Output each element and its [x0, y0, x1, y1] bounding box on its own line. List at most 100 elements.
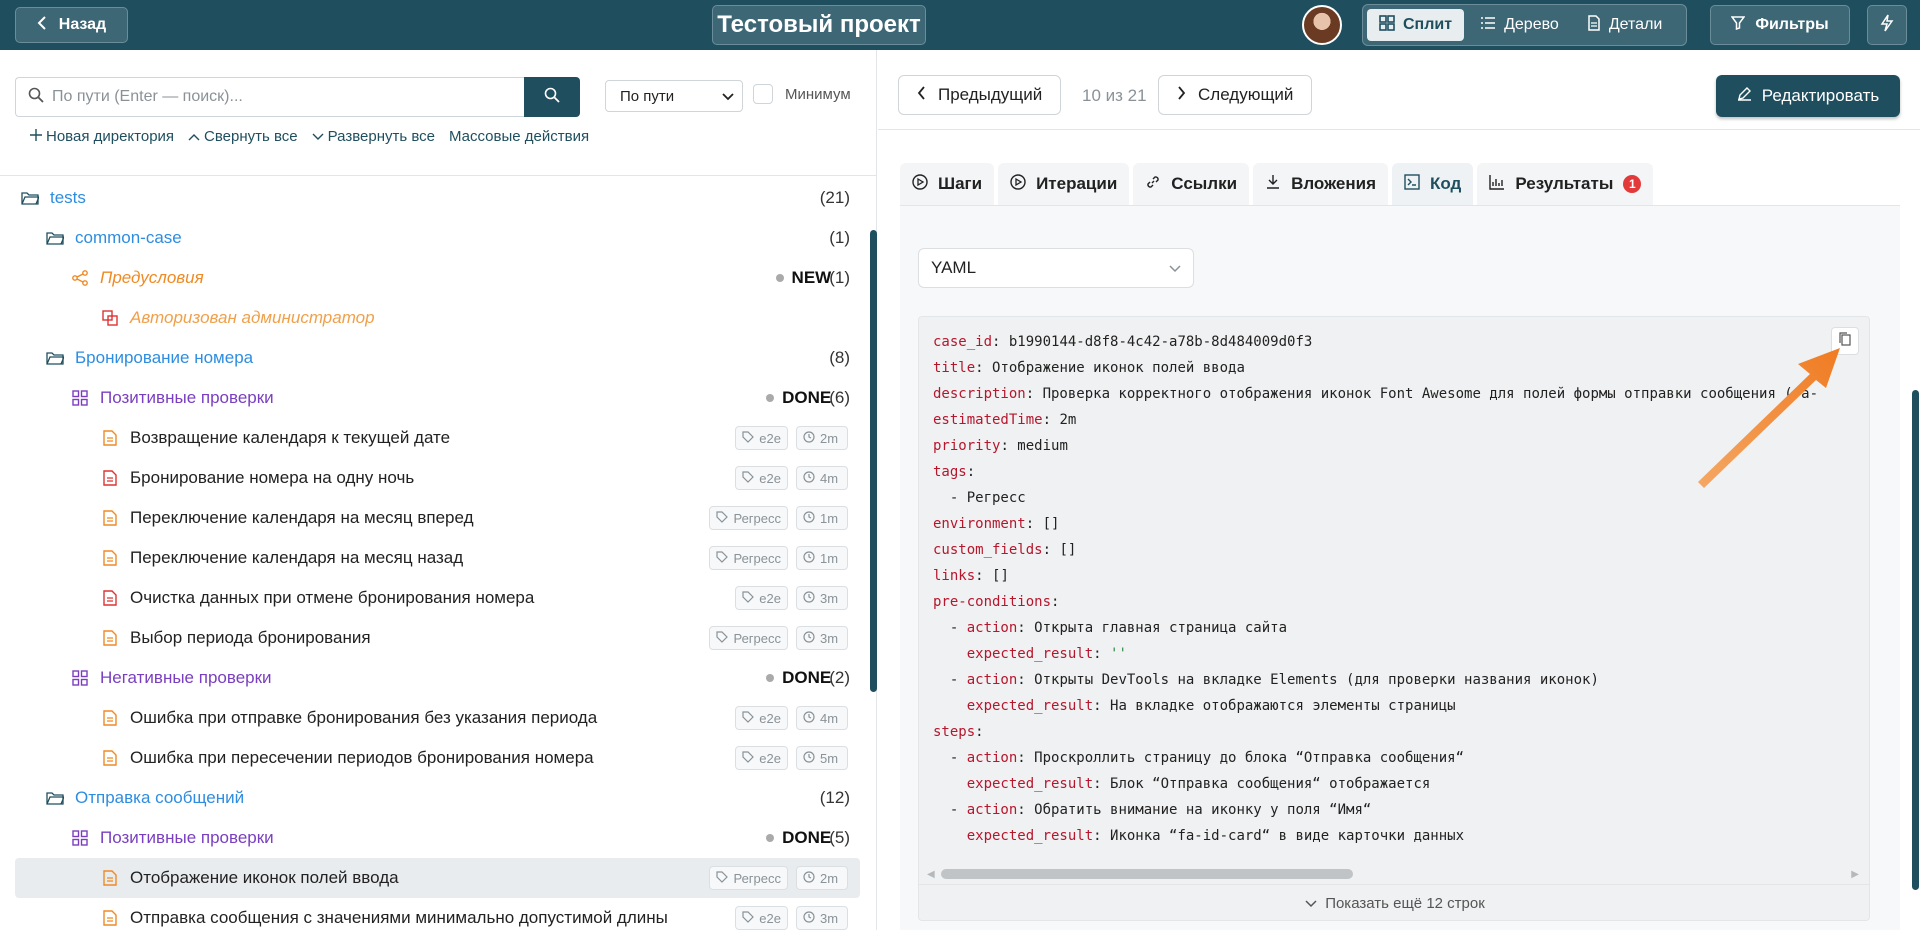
search-icon — [28, 87, 44, 108]
tag-badge: Регресс — [709, 546, 788, 570]
tree-test-case[interactable]: Очистка данных при отмене бронирования н… — [15, 578, 860, 618]
chevron-down-icon — [312, 128, 324, 145]
bulk-actions-button[interactable]: Массовые действия — [449, 128, 589, 145]
bulk-actions-label: Массовые действия — [448, 128, 590, 145]
new-directory-button[interactable]: Новая директория — [30, 128, 174, 145]
search-button[interactable] — [524, 77, 580, 117]
format-value: YAML — [931, 258, 977, 277]
filters-button[interactable]: Фильтры — [1710, 5, 1850, 45]
minimum-toggle[interactable]: Минимум — [753, 84, 851, 104]
time-label: 4m — [820, 710, 839, 726]
minimum-checkbox[interactable] — [753, 84, 773, 104]
status-badge: DONE — [766, 668, 831, 688]
code-line: title: Отображение иконок полей ввода — [933, 360, 1245, 376]
tag-label: Регресс — [733, 630, 781, 646]
tag-icon — [716, 630, 729, 646]
filters-label: Фильтры — [1755, 16, 1829, 33]
copy-code-button[interactable] — [1831, 327, 1859, 355]
code-line: expected_result: Блок “Отправка сообщени… — [966, 776, 1431, 792]
tree-preconditions[interactable]: Предусловия NEW (1) — [15, 258, 860, 298]
chevron-down-icon — [1305, 895, 1317, 912]
details-scrollbar[interactable] — [1912, 390, 1919, 890]
status-badge: DONE — [766, 388, 831, 408]
collapse-all-button[interactable]: Свернуть все — [188, 128, 298, 145]
tree-folder-booking[interactable]: Бронирование номера (8) — [15, 338, 860, 378]
file-icon — [100, 508, 120, 528]
tag-badge: e2e — [735, 466, 788, 490]
minimum-label: Минимум — [785, 85, 851, 103]
tree-test-case[interactable]: Отправка сообщения с значениями минималь… — [15, 898, 860, 930]
tree-suite-positive[interactable]: Позитивные проверки DONE (5) — [15, 818, 860, 858]
user-avatar[interactable] — [1302, 5, 1342, 45]
edit-button[interactable]: Редактировать — [1716, 75, 1900, 117]
tree-test-case[interactable]: Переключение календаря на месяц назад Ре… — [15, 538, 860, 578]
scroll-left-arrow[interactable]: ◀ — [927, 869, 935, 880]
tree-test-case[interactable]: Выбор периода бронирования Регресс 3m — [15, 618, 860, 658]
link-icon — [1145, 174, 1161, 195]
tree-folder-messages[interactable]: Отправка сообщений (12) — [15, 778, 860, 818]
tag-badge: e2e — [735, 426, 788, 450]
next-label: Следующий — [1198, 85, 1294, 104]
view-tree-button[interactable]: Дерево — [1468, 9, 1571, 41]
tree-scrollbar[interactable] — [870, 230, 877, 692]
time-label: 3m — [820, 590, 839, 606]
file-icon — [100, 908, 120, 928]
time-label: 3m — [820, 910, 839, 926]
time-badge: 1m — [796, 506, 848, 530]
time-badge: 3m — [796, 586, 848, 610]
expand-all-button[interactable]: Развернуть все — [312, 128, 435, 145]
tag-label: Регресс — [733, 510, 781, 526]
tree-test-case-selected[interactable]: Отображение иконок полей ввода Регресс 2… — [15, 858, 860, 898]
document-icon — [1587, 14, 1601, 36]
tree-test-case[interactable]: Ошибка при отправке бронирования без ука… — [15, 698, 860, 738]
tree-count: (1) — [829, 228, 850, 247]
linked-squares-icon — [100, 308, 120, 328]
tree-suite-negative[interactable]: Негативные проверки DONE (2) — [15, 658, 860, 698]
status-count: (1) — [829, 268, 850, 287]
sort-select[interactable]: По пути — [605, 80, 743, 112]
tab-steps[interactable]: Шаги — [900, 163, 995, 205]
tree-folder-tests[interactable]: tests (21) — [15, 178, 860, 218]
back-button[interactable]: Назад — [15, 7, 128, 43]
quick-actions-button[interactable] — [1867, 5, 1907, 45]
show-more-lines-button[interactable]: Показать ещё 12 строк — [919, 884, 1869, 920]
next-button[interactable]: Следующий — [1158, 75, 1313, 115]
folder-open-icon — [45, 228, 65, 248]
tree-label: Возвращение календаря к текущей дате — [130, 428, 451, 447]
tree-label: Негативные проверки — [100, 668, 272, 687]
tab-links[interactable]: Ссылки — [1133, 163, 1250, 205]
code-line: - action: Открыты DevTools на вкладке El… — [933, 672, 1599, 688]
format-select[interactable]: YAML — [918, 248, 1194, 288]
status-label: NEW — [791, 268, 832, 287]
code-line: - action: Проскроллить страницу до блока… — [933, 750, 1465, 766]
scroll-right-arrow[interactable]: ▶ — [1851, 869, 1859, 880]
search-input[interactable]: По пути (Enter — поиск)... — [15, 77, 524, 117]
tree-precondition-item[interactable]: Авторизован администратор — [15, 298, 860, 338]
chevron-down-icon — [1169, 258, 1181, 278]
tab-results[interactable]: Результаты 1 — [1477, 163, 1654, 205]
tree-test-case[interactable]: Возвращение календаря к текущей дате e2e… — [15, 418, 860, 458]
tree-label: Позитивные проверки — [100, 828, 274, 847]
code-line: priority: medium — [933, 438, 1068, 454]
tab-code[interactable]: Код — [1392, 163, 1474, 205]
tab-attachments[interactable]: Вложения — [1253, 163, 1389, 205]
view-details-button[interactable]: Детали — [1575, 9, 1675, 41]
view-split-button[interactable]: Сплит — [1367, 9, 1465, 41]
time-label: 3m — [820, 630, 839, 646]
code-horizontal-scrollbar[interactable] — [941, 869, 1353, 879]
time-badge: 3m — [796, 906, 848, 930]
tree-test-case[interactable]: Переключение календаря на месяц вперед Р… — [15, 498, 860, 538]
chevron-left-icon — [37, 15, 47, 35]
tree-label: tests — [50, 188, 86, 207]
tree-test-case[interactable]: Ошибка при пересечении периодов брониров… — [15, 738, 860, 778]
tree-test-case[interactable]: Бронирование номера на одну ночь e2e 4m — [15, 458, 860, 498]
bar-chart-icon — [1489, 174, 1505, 195]
top-bar: Назад Тестовый проект Сплит Дерево Детал… — [0, 0, 1920, 50]
divider — [0, 175, 877, 176]
tag-badge: Регресс — [709, 506, 788, 530]
previous-button[interactable]: Предыдущий — [898, 75, 1062, 115]
tree-suite-positive[interactable]: Позитивные проверки DONE (6) — [15, 378, 860, 418]
tab-iterations[interactable]: Итерации — [998, 163, 1130, 205]
tree-folder-common-case[interactable]: common-case (1) — [15, 218, 860, 258]
code-line: - Регресс — [949, 490, 1026, 506]
